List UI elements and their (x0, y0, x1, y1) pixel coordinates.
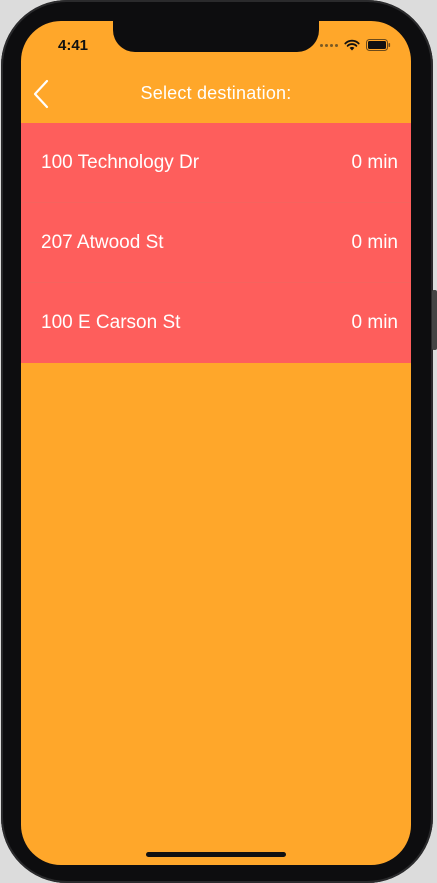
simulator-stage: 4:41 Select destination: 100 Technology … (0, 0, 437, 883)
destination-eta: 0 min (351, 151, 398, 173)
destination-eta: 0 min (351, 312, 398, 333)
home-indicator[interactable] (146, 852, 286, 857)
notch (113, 21, 319, 52)
side-button (432, 290, 437, 350)
destination-name: 100 E Carson St (41, 312, 181, 333)
app-screen: 4:41 Select destination: 100 Technology … (21, 21, 411, 865)
destination-name: 100 Technology Dr (41, 151, 200, 173)
battery-icon (366, 39, 391, 51)
status-icons (320, 39, 391, 51)
navigation-bar: Select destination: (21, 73, 411, 123)
list-item[interactable]: 100 E Carson St 0 min (21, 283, 411, 363)
destination-name: 207 Atwood St (41, 231, 164, 253)
signal-icon (320, 43, 338, 47)
list-item[interactable]: 207 Atwood St 0 min (21, 203, 411, 283)
wifi-icon (344, 39, 360, 51)
list-item[interactable]: 100 Technology Dr 0 min (21, 123, 411, 203)
destination-eta: 0 min (351, 231, 398, 253)
page-title: Select destination: (140, 83, 292, 103)
destination-list: 100 Technology Dr 0 min 207 Atwood St 0 … (21, 123, 411, 363)
status-time: 4:41 (58, 37, 89, 54)
